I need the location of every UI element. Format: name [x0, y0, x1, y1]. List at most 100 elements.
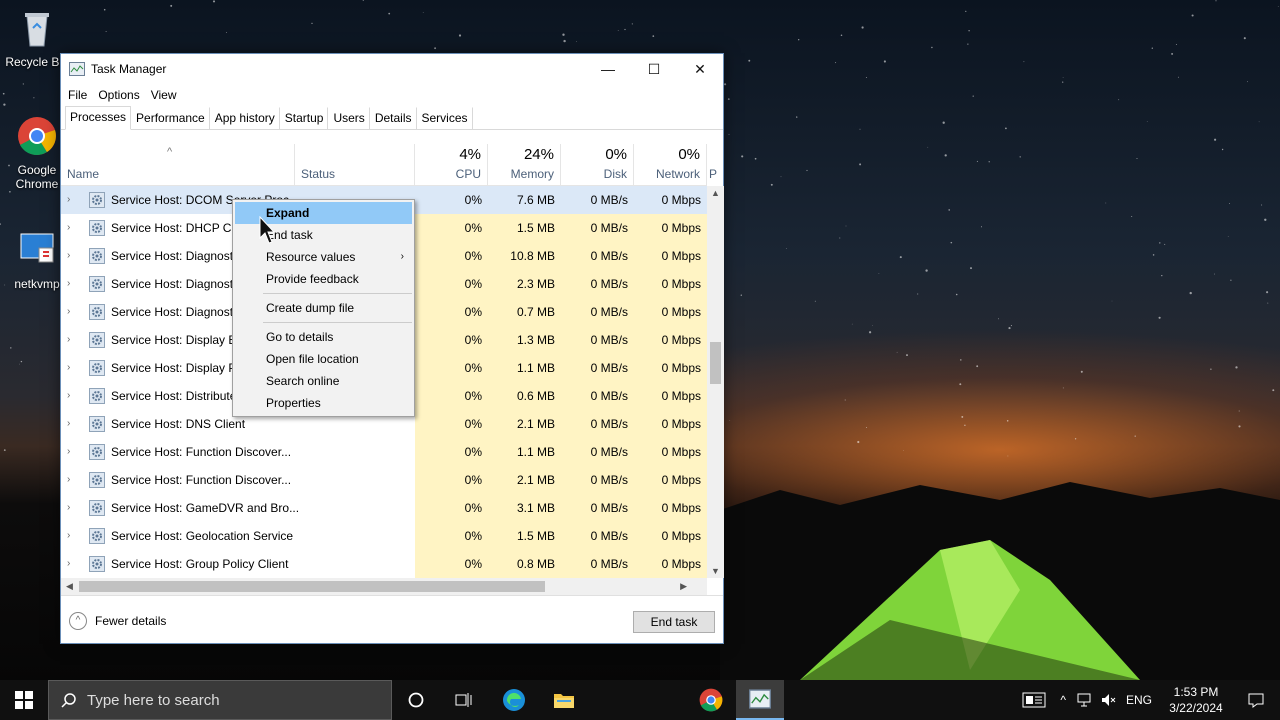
chrome-icon — [18, 117, 56, 156]
expand-chevron-icon[interactable]: › — [67, 438, 70, 466]
column-network[interactable]: 0% Network — [634, 144, 707, 186]
expand-chevron-icon[interactable]: › — [67, 186, 70, 214]
chrome-icon — [699, 688, 723, 712]
show-hidden-icons-icon[interactable]: ^ — [1060, 693, 1066, 707]
tab-startup[interactable]: Startup — [280, 107, 329, 129]
menu-item-search-online[interactable]: Search online — [233, 370, 414, 392]
process-cpu-cell: 0% — [464, 193, 482, 207]
menu-item-create-dump-file[interactable]: Create dump file — [233, 297, 414, 319]
language-indicator[interactable]: ENG — [1126, 693, 1152, 707]
process-cpu-cell: 0% — [415, 242, 488, 270]
expand-chevron-icon[interactable]: › — [67, 270, 70, 298]
minimize-button[interactable]: — — [585, 54, 631, 84]
vertical-scrollbar[interactable]: ▲ ▼ — [707, 186, 724, 578]
process-memory-cell: 1.1 MB — [488, 438, 561, 466]
process-row[interactable]: › Service Host: Group Policy Client 0% 0.8 … — [61, 550, 707, 578]
horizontal-scrollbar[interactable]: ◀ ▶ — [61, 578, 707, 595]
edge-button[interactable] — [490, 680, 538, 720]
task-manager-icon — [749, 689, 771, 709]
column-name[interactable]: ^ Name — [61, 144, 295, 186]
menu-item-label: Resource values — [266, 250, 356, 264]
process-name: Service Host: Group Policy Client — [111, 557, 289, 571]
menu-item-open-file-location[interactable]: Open file location — [233, 348, 414, 370]
service-gear-icon — [89, 556, 105, 572]
process-memory-cell: 2.3 MB — [488, 270, 561, 298]
process-row[interactable]: › Service Host: GameDVR and Bro... 0% 3.1 M… — [61, 494, 707, 522]
column-extra[interactable]: P — [707, 144, 723, 186]
network-icon[interactable] — [1076, 692, 1092, 708]
scroll-right-icon[interactable]: ▶ — [680, 578, 687, 595]
expand-chevron-icon[interactable]: › — [67, 466, 70, 494]
expand-chevron-icon[interactable]: › — [67, 214, 70, 242]
start-button[interactable] — [0, 680, 48, 720]
process-row[interactable]: › Service Host: Function Discover... 0% 1.1… — [61, 438, 707, 466]
menu-options[interactable]: Options — [97, 88, 145, 102]
taskbar-search-box[interactable]: Type here to search — [48, 680, 392, 720]
expand-chevron-icon[interactable]: › — [67, 298, 70, 326]
column-name-label: Name — [67, 167, 100, 181]
process-name: Service Host: Geolocation Service — [111, 529, 294, 543]
process-row[interactable]: › Service Host: Geolocation Service 0% 1.5 … — [61, 522, 707, 550]
column-cpu[interactable]: 4% CPU — [415, 144, 488, 186]
tab-services[interactable]: Services — [417, 107, 473, 129]
volume-muted-icon[interactable] — [1100, 692, 1118, 708]
cortana-button[interactable] — [392, 680, 440, 720]
menu-item-properties[interactable]: Properties — [233, 392, 414, 414]
expand-chevron-icon[interactable]: › — [67, 550, 70, 578]
expand-chevron-icon[interactable]: › — [67, 326, 70, 354]
task-view-button[interactable] — [440, 680, 488, 720]
column-header: ^ Name Status 4% CPU 24% Memory 0% Disk … — [61, 144, 717, 186]
service-gear-icon — [89, 192, 105, 208]
expand-chevron-icon[interactable]: › — [67, 242, 70, 270]
fewer-details-button[interactable]: ^ Fewer details — [69, 612, 166, 630]
news-icon[interactable] — [1022, 692, 1046, 708]
end-task-button[interactable]: End task — [633, 611, 715, 633]
menu-view[interactable]: View — [150, 88, 183, 102]
scroll-up-icon[interactable]: ▲ — [707, 188, 724, 198]
menu-item-go-to-details[interactable]: Go to details — [233, 326, 414, 348]
file-explorer-button[interactable] — [540, 680, 588, 720]
process-name: Service Host: Function Discover... — [111, 445, 292, 459]
expand-chevron-icon[interactable]: › — [67, 354, 70, 382]
chevron-up-icon: ^ — [69, 612, 87, 630]
process-cpu-cell: 0% — [415, 326, 488, 354]
menu-item-resource-values[interactable]: Resource values › — [233, 246, 414, 268]
notification-button[interactable] — [1232, 680, 1280, 720]
tab-users[interactable]: Users — [328, 107, 370, 129]
service-gear-icon — [89, 248, 105, 264]
expand-chevron-icon[interactable]: › — [67, 522, 70, 550]
close-button[interactable]: ✕ — [677, 54, 723, 84]
scroll-down-icon[interactable]: ▼ — [707, 566, 724, 576]
process-memory-cell: 0.7 MB — [488, 298, 561, 326]
column-status[interactable]: Status — [295, 144, 415, 186]
expand-chevron-icon[interactable]: › — [67, 494, 70, 522]
clock[interactable]: 1:53 PM 3/22/2024 — [1160, 684, 1232, 716]
process-cpu-cell: 0% — [415, 382, 488, 410]
title-bar[interactable]: Task Manager — ☐ ✕ — [61, 54, 723, 84]
tab-performance[interactable]: Performance — [131, 107, 210, 129]
maximize-button[interactable]: ☐ — [631, 54, 677, 84]
menu-item-provide-feedback[interactable]: Provide feedback — [233, 268, 414, 290]
system-tray: ^ ENG 1:53 PM 3/22/2024 — [1022, 680, 1280, 720]
process-row[interactable]: › Service Host: Function Discover... 0% 2.1… — [61, 466, 707, 494]
vertical-scroll-thumb[interactable] — [710, 342, 721, 384]
expand-chevron-icon[interactable]: › — [67, 410, 70, 438]
network-total: 0% — [678, 146, 700, 163]
column-disk[interactable]: 0% Disk — [561, 144, 634, 186]
process-disk-cell: 0 MB/s — [561, 550, 634, 578]
horizontal-scroll-thumb[interactable] — [79, 581, 545, 592]
windows-logo-icon — [15, 691, 33, 709]
expand-chevron-icon[interactable]: › — [67, 382, 70, 410]
cpu-total: 4% — [459, 146, 481, 163]
column-memory[interactable]: 24% Memory — [488, 144, 561, 186]
tab-app-history[interactable]: App history — [210, 107, 280, 129]
task-manager-taskbar-button[interactable] — [736, 680, 784, 720]
menu-file[interactable]: File — [67, 88, 93, 102]
tab-processes[interactable]: Processes — [65, 106, 132, 130]
chrome-taskbar-button[interactable] — [687, 680, 735, 720]
scroll-left-icon[interactable]: ◀ — [66, 578, 73, 595]
tab-details[interactable]: Details — [370, 107, 417, 129]
process-name: Service Host: GameDVR and Bro... — [111, 501, 300, 515]
process-memory-cell: 1.3 MB — [488, 326, 561, 354]
service-gear-icon — [89, 304, 105, 320]
